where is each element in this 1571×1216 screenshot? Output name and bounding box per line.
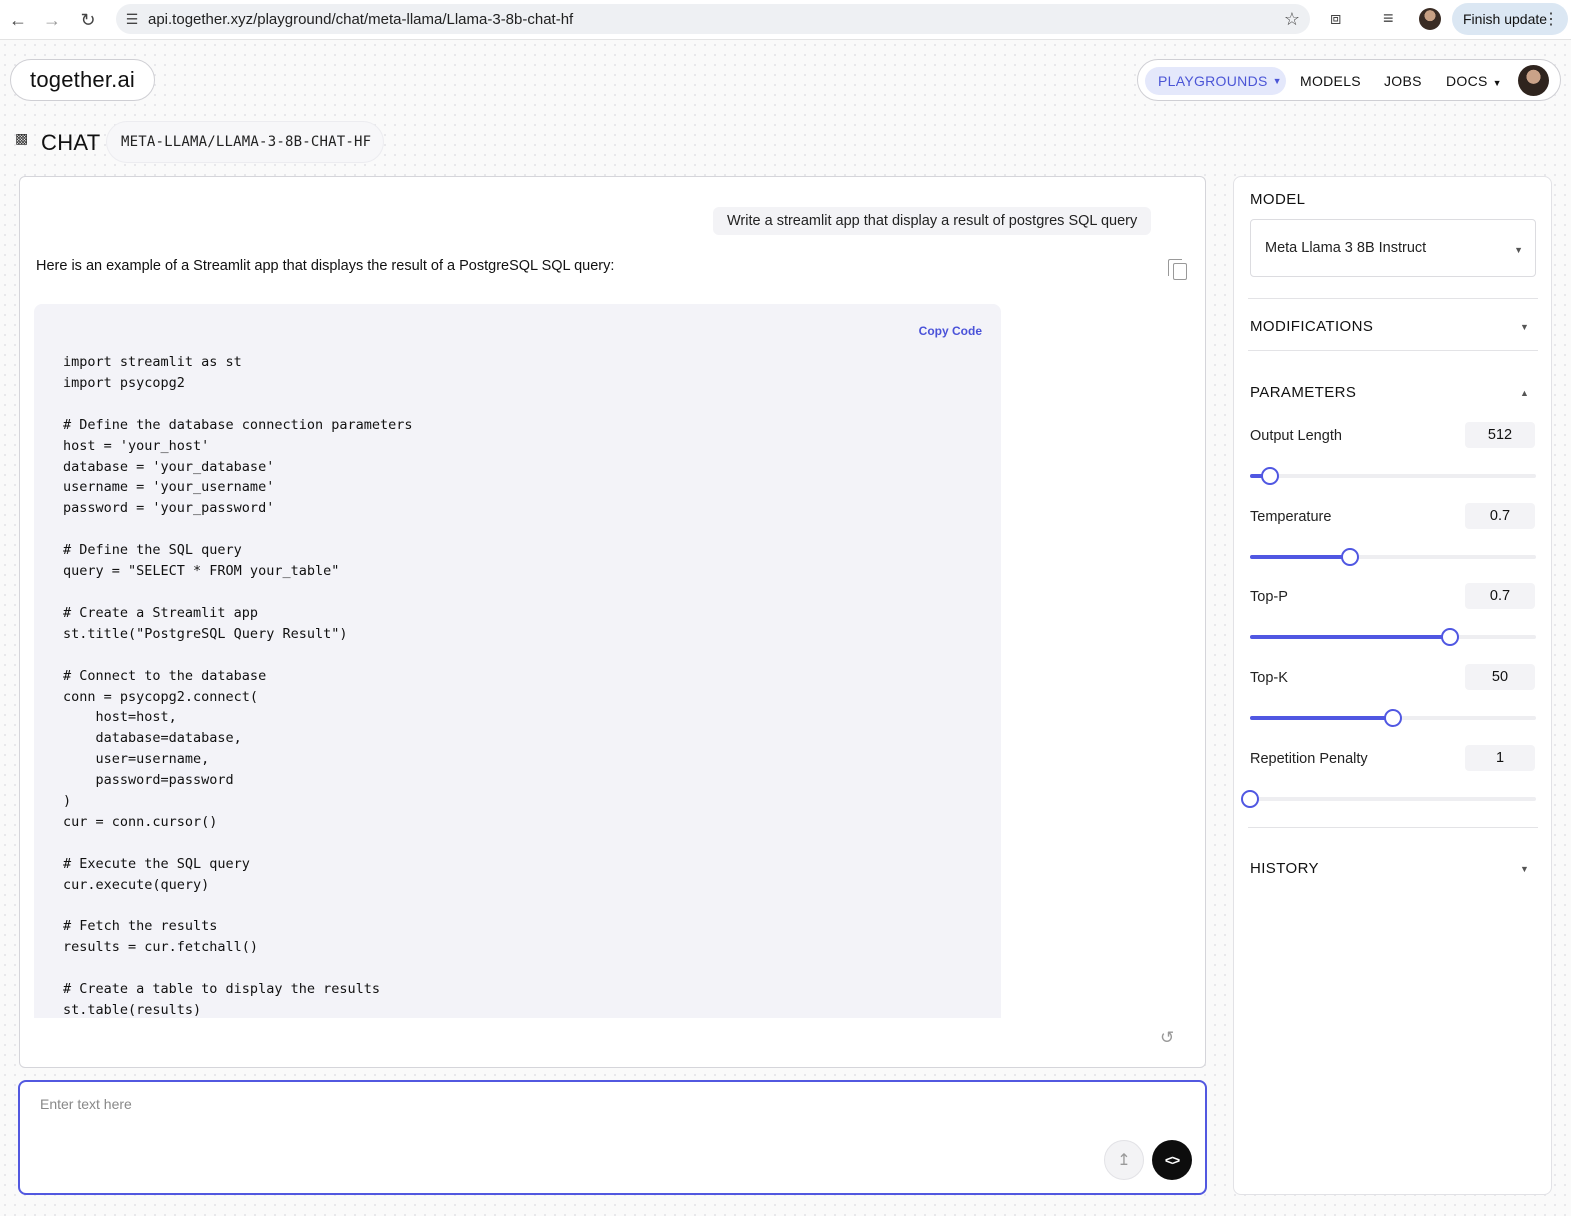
- param-label-top-p: Top-P: [1250, 589, 1288, 605]
- slider-top-k[interactable]: [1250, 708, 1536, 728]
- extensions-icon[interactable]: ⧈: [1330, 8, 1341, 29]
- code-content: import streamlit as st import psycopg2 #…: [63, 354, 413, 1018]
- brand-text: together.ai: [30, 67, 135, 92]
- divider: [1248, 298, 1538, 299]
- modifications-section-toggle[interactable]: MODIFICATIONS: [1250, 318, 1373, 335]
- param-label-top-k: Top-K: [1250, 670, 1288, 686]
- code-view-button[interactable]: <>: [1152, 1140, 1192, 1180]
- top-navigation: PLAYGROUNDS ▼ MODELS JOBS DOCS ▼: [1137, 59, 1561, 101]
- slider-fill: [1250, 555, 1351, 559]
- upload-arrow-icon: ↥: [1117, 1152, 1131, 1169]
- regenerate-icon[interactable]: ↺: [1160, 1028, 1174, 1048]
- assistant-message-intro: Here is an example of a Streamlit app th…: [36, 258, 615, 274]
- model-section-title: MODEL: [1250, 191, 1306, 208]
- settings-panel: MODEL Meta Llama 3 8B Instruct ▼ MODIFIC…: [1233, 176, 1552, 1195]
- chevron-down-icon[interactable]: ▼: [1520, 322, 1529, 332]
- finish-update-button[interactable]: Finish update ⋮: [1452, 3, 1568, 35]
- chevron-down-icon: ▼: [1492, 78, 1502, 88]
- nav-jobs[interactable]: JOBS: [1384, 73, 1422, 89]
- bookmark-star-icon[interactable]: ☆: [1284, 9, 1300, 30]
- divider: [1248, 350, 1538, 351]
- param-value-output-length[interactable]: 512: [1465, 422, 1535, 448]
- model-badge: META-LLAMA/LLAMA-3-8B-CHAT-HF: [107, 122, 383, 162]
- slider-thumb[interactable]: [1261, 467, 1280, 485]
- upload-button[interactable]: ↥: [1104, 1140, 1144, 1180]
- param-value-temperature[interactable]: 0.7: [1465, 503, 1535, 529]
- user-avatar[interactable]: [1518, 65, 1549, 96]
- copy-icon[interactable]: [1168, 259, 1188, 281]
- slider-fill: [1250, 635, 1451, 639]
- history-section-toggle[interactable]: HISTORY: [1250, 860, 1319, 877]
- chevron-down-icon: ▼: [1514, 245, 1523, 255]
- parameters-section-toggle[interactable]: PARAMETERS: [1250, 384, 1356, 401]
- slider-top-p[interactable]: [1250, 627, 1536, 647]
- nav-docs-label: DOCS: [1446, 73, 1488, 89]
- reload-icon[interactable]: ↻: [70, 2, 106, 38]
- code-brackets-icon: <>: [1164, 1152, 1180, 1168]
- nav-docs[interactable]: DOCS ▼: [1446, 73, 1502, 89]
- finish-update-label: Finish update: [1463, 11, 1548, 27]
- browser-toolbar: ← → ↻ ☰ api.together.xyz/playground/chat…: [0, 0, 1571, 40]
- nav-playgrounds-label: PLAYGROUNDS: [1158, 73, 1268, 89]
- copy-code-button[interactable]: Copy Code: [919, 324, 982, 338]
- chat-bubble-icon: ▩: [15, 130, 29, 146]
- slider-thumb[interactable]: [1441, 628, 1460, 646]
- forward-arrow-icon[interactable]: →: [34, 2, 70, 38]
- brand-logo[interactable]: together.ai: [10, 59, 155, 101]
- address-bar[interactable]: ☰ api.together.xyz/playground/chat/meta-…: [116, 4, 1310, 34]
- nav-playgrounds[interactable]: PLAYGROUNDS ▼: [1145, 67, 1286, 95]
- chevron-up-icon[interactable]: ▲: [1520, 388, 1529, 398]
- slider-track: [1250, 797, 1536, 801]
- url-text: api.together.xyz/playground/chat/meta-ll…: [148, 10, 574, 28]
- code-block: Copy Code import streamlit as st import …: [34, 304, 1001, 1018]
- model-select-value: Meta Llama 3 8B Instruct: [1265, 240, 1427, 256]
- chevron-down-icon[interactable]: ▼: [1520, 864, 1529, 874]
- slider-thumb[interactable]: [1384, 709, 1402, 727]
- param-label-temperature: Temperature: [1250, 509, 1332, 525]
- slider-thumb[interactable]: [1341, 548, 1360, 566]
- site-settings-icon[interactable]: ☰: [116, 11, 148, 28]
- param-value-top-k[interactable]: 50: [1465, 664, 1535, 690]
- param-value-top-p[interactable]: 0.7: [1465, 583, 1535, 609]
- nav-models[interactable]: MODELS: [1300, 73, 1361, 89]
- param-value-repetition-penalty[interactable]: 1: [1465, 745, 1535, 771]
- user-message: Write a streamlit app that display a res…: [713, 207, 1152, 235]
- slider-repetition-penalty[interactable]: [1241, 789, 1536, 809]
- slider-thumb[interactable]: [1241, 790, 1259, 808]
- divider: [1248, 827, 1538, 828]
- message-input[interactable]: [40, 1094, 940, 1114]
- page-title: CHAT: [41, 130, 101, 155]
- back-arrow-icon[interactable]: ←: [0, 2, 36, 38]
- slider-fill: [1250, 716, 1393, 720]
- more-vert-icon[interactable]: ⋮: [1543, 9, 1559, 29]
- param-label-repetition-penalty: Repetition Penalty: [1250, 751, 1368, 767]
- page-title-row: ▩ CHAT: [15, 125, 100, 161]
- model-select[interactable]: Meta Llama 3 8B Instruct ▼: [1250, 219, 1536, 277]
- slider-output-length[interactable]: [1250, 466, 1536, 486]
- slider-temperature[interactable]: [1250, 547, 1536, 567]
- chat-panel: Write a streamlit app that display a res…: [19, 176, 1206, 1068]
- param-label-output-length: Output Length: [1250, 428, 1342, 444]
- reading-list-icon[interactable]: ≡: [1383, 8, 1394, 29]
- browser-profile-avatar[interactable]: [1419, 8, 1441, 30]
- message-composer: ↥ <>: [18, 1080, 1207, 1195]
- chevron-down-icon: ▼: [1272, 76, 1282, 86]
- slider-track: [1250, 474, 1536, 478]
